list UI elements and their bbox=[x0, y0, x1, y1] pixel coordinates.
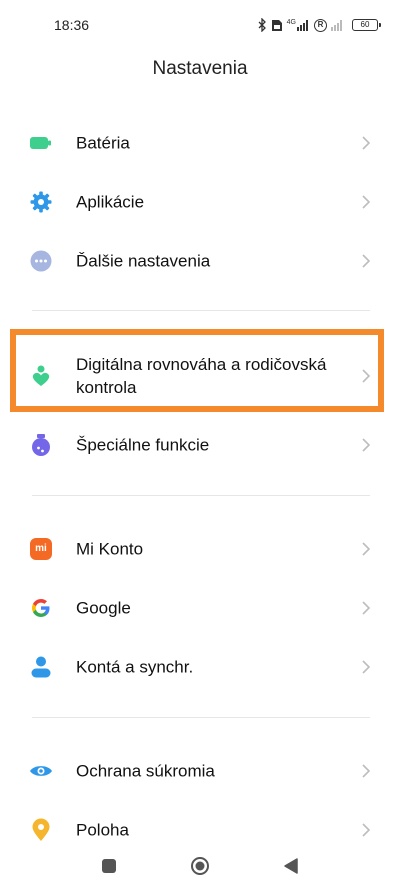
status-bar: 18:36 4G R 60 bbox=[0, 0, 400, 50]
status-time: 18:36 bbox=[54, 17, 90, 33]
home-button[interactable] bbox=[189, 855, 211, 877]
settings-item-more-settings[interactable]: Ďalšie nastavenia bbox=[0, 233, 400, 289]
section-divider bbox=[32, 310, 370, 311]
chevron-right-icon bbox=[362, 438, 371, 452]
settings-item-label: Google bbox=[76, 598, 131, 618]
settings-item-google[interactable]: Google bbox=[0, 580, 400, 636]
settings-item-accounts-sync[interactable]: Kontá a synchr. bbox=[0, 639, 400, 695]
accounts-icon bbox=[29, 655, 53, 679]
sim-card-icon bbox=[271, 19, 282, 31]
chevron-right-icon bbox=[362, 136, 371, 150]
highlight-box bbox=[10, 329, 384, 412]
network-type-label: 4G bbox=[286, 19, 296, 26]
chevron-right-icon bbox=[362, 660, 371, 674]
bluetooth-icon bbox=[258, 18, 266, 32]
recent-apps-icon bbox=[102, 859, 116, 873]
settings-item-label: Špeciálne funkcie bbox=[76, 435, 210, 455]
settings-item-privacy[interactable]: Ochrana súkromia bbox=[0, 743, 400, 799]
location-icon bbox=[29, 818, 53, 842]
chevron-right-icon bbox=[362, 764, 371, 778]
mi-logo: mi bbox=[30, 538, 52, 560]
section-divider bbox=[32, 495, 370, 496]
signal-icon bbox=[331, 20, 342, 31]
section-divider bbox=[32, 717, 370, 718]
chevron-right-icon bbox=[362, 254, 371, 268]
chevron-right-icon bbox=[362, 823, 371, 837]
settings-item-label: Batéria bbox=[76, 133, 130, 153]
settings-item-label: Ochrana súkromia bbox=[76, 761, 215, 781]
battery-icon bbox=[29, 131, 53, 155]
home-icon bbox=[191, 857, 209, 875]
chevron-right-icon bbox=[362, 542, 371, 556]
special-features-icon bbox=[29, 433, 53, 457]
privacy-eye-icon bbox=[29, 759, 53, 783]
settings-item-label: Kontá a synchr. bbox=[76, 657, 194, 677]
settings-item-label: Ďalšie nastavenia bbox=[76, 251, 211, 271]
back-button[interactable] bbox=[280, 855, 302, 877]
battery-icon: 60 bbox=[352, 19, 381, 31]
recent-apps-button[interactable] bbox=[98, 855, 120, 877]
settings-item-label: Aplikácie bbox=[76, 192, 145, 212]
settings-item-label: Mi Konto bbox=[76, 539, 144, 559]
more-icon bbox=[29, 249, 53, 273]
settings-item-apps[interactable]: Aplikácie bbox=[0, 174, 400, 230]
mi-account-icon: mi bbox=[29, 537, 53, 561]
chevron-right-icon bbox=[362, 601, 371, 615]
signal-4g-icon: 4G bbox=[287, 19, 310, 31]
status-icons: 4G R 60 bbox=[258, 15, 381, 35]
settings-item-mi-account[interactable]: mi Mi Konto bbox=[0, 521, 400, 577]
page-title: Nastavenia bbox=[152, 58, 248, 79]
settings-item-battery[interactable]: Batéria bbox=[0, 115, 400, 171]
navigation-bar bbox=[0, 845, 400, 885]
settings-item-special-features[interactable]: Špeciálne funkcie bbox=[0, 417, 400, 473]
settings-item-label: Poloha bbox=[76, 820, 129, 840]
google-icon bbox=[29, 596, 53, 620]
gear-icon bbox=[29, 190, 53, 214]
back-icon bbox=[284, 858, 298, 874]
roaming-icon: R bbox=[314, 18, 327, 32]
chevron-right-icon bbox=[362, 195, 371, 209]
